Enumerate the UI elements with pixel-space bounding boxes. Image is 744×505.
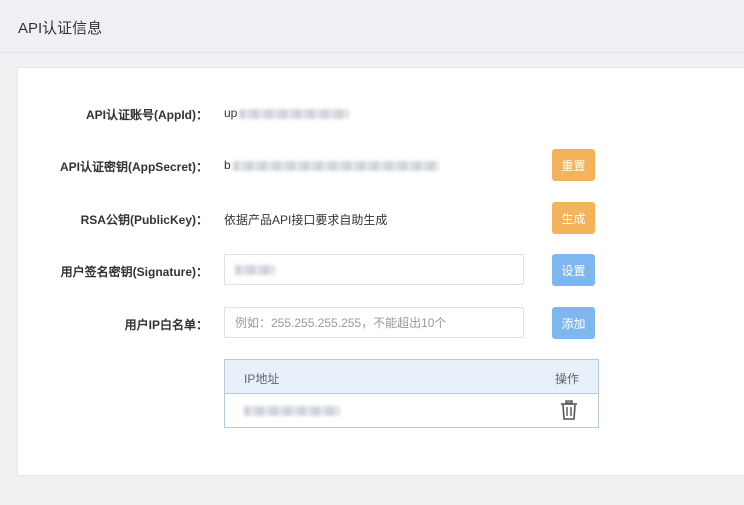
action-column-header: 操作	[555, 372, 580, 386]
table-row	[225, 394, 598, 427]
ip-whitelist-placeholder: 例如：255.255.255.255，不能超出10个	[235, 316, 447, 330]
redacted-appid	[239, 108, 350, 119]
redacted-appsecret	[232, 160, 439, 171]
generate-button[interactable]: 生成	[552, 202, 595, 234]
ip-whitelist-label: 用户IP白名单：	[124, 318, 208, 332]
page-header: API认证信息	[0, 0, 744, 53]
appsecret-value-text: b	[224, 158, 231, 172]
redacted-ip	[244, 406, 340, 416]
appsecret-value: b	[224, 158, 439, 172]
page-title: API认证信息	[18, 20, 103, 37]
signature-label: 用户签名密钥(Signature)：	[60, 265, 208, 279]
trash-icon[interactable]	[560, 400, 578, 420]
ip-whitelist-input[interactable]: 例如：255.255.255.255，不能超出10个	[224, 307, 524, 338]
redacted-signature	[235, 264, 275, 275]
rsa-label: RSA公钥(PublicKey)：	[80, 213, 208, 227]
appid-label: API认证账号(AppId)：	[86, 108, 208, 122]
reset-button[interactable]: 重置	[552, 149, 595, 181]
add-button[interactable]: 添加	[552, 307, 595, 339]
set-button[interactable]: 设置	[552, 254, 595, 286]
ip-table-header: IP地址 操作	[225, 360, 598, 394]
rsa-value: 依据产品API接口要求自助生成	[224, 213, 388, 227]
appid-value: up	[224, 106, 350, 120]
appid-value-text: up	[224, 106, 238, 120]
signature-input[interactable]	[224, 254, 524, 285]
ip-column-header: IP地址	[244, 372, 280, 386]
ip-table: IP地址 操作	[224, 359, 599, 428]
appsecret-label: API认证密钥(AppSecret)：	[59, 160, 208, 174]
